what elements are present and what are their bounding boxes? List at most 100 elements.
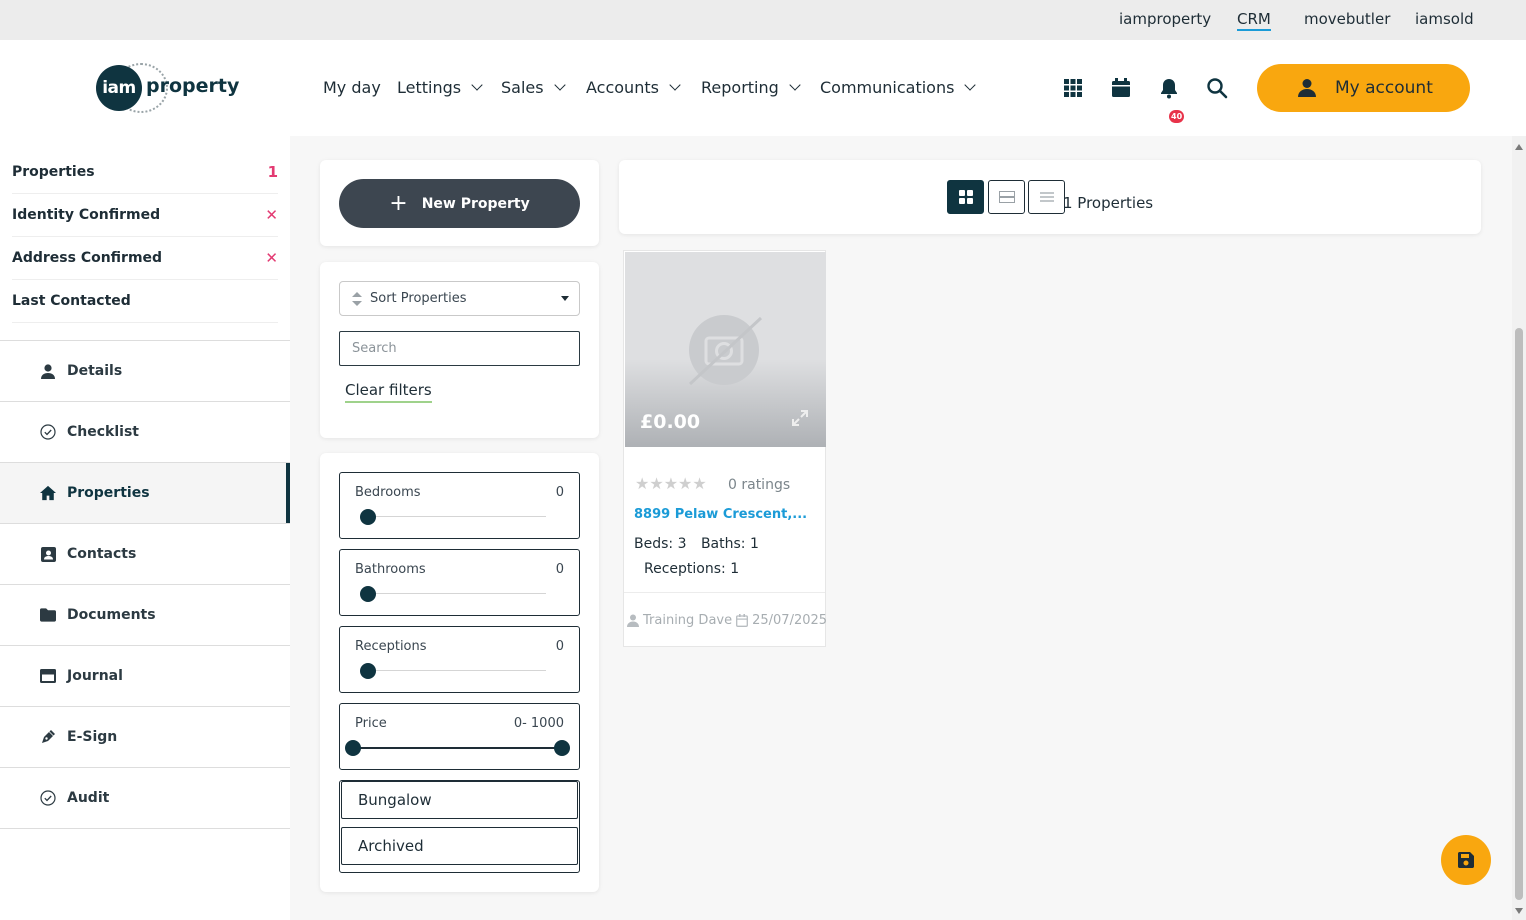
property-receptions: Receptions: 1 bbox=[644, 561, 740, 577]
pen-icon bbox=[40, 729, 56, 745]
tag-archived[interactable]: Archived bbox=[341, 827, 578, 865]
nav-item-reporting[interactable]: Reporting bbox=[701, 78, 801, 97]
new-property-button[interactable]: + New Property bbox=[339, 179, 580, 228]
price-max-slider-handle[interactable] bbox=[554, 740, 570, 756]
slider-track bbox=[368, 670, 546, 671]
tag-bungalow[interactable]: Bungalow bbox=[341, 781, 578, 819]
nav-item-lettings[interactable]: Lettings bbox=[397, 78, 483, 97]
logo-word: property bbox=[146, 75, 240, 97]
new-property-panel: + New Property bbox=[320, 160, 599, 246]
property-type-list: Bungalow Archived bbox=[339, 780, 580, 873]
filter-label: Receptions bbox=[355, 639, 427, 654]
stat-label: Identity Confirmed bbox=[12, 207, 161, 223]
topbar-link-iamproperty[interactable]: iamproperty bbox=[1119, 10, 1211, 28]
list-view-button[interactable] bbox=[1028, 180, 1065, 214]
stat-label: Last Contacted bbox=[12, 293, 131, 309]
card-list-view-icon bbox=[998, 191, 1015, 203]
sidebar-nav: Details Checklist Properties Contacts Do… bbox=[0, 340, 290, 829]
scroll-up-arrow-icon[interactable] bbox=[1515, 144, 1523, 150]
main-header: iam property My day Lettings Sales Accou… bbox=[0, 40, 1526, 136]
sidebar-item-e-sign[interactable]: E-Sign bbox=[0, 707, 290, 768]
sidebar-item-checklist[interactable]: Checklist bbox=[0, 402, 290, 463]
sidebar-item-properties[interactable]: Properties bbox=[0, 463, 290, 524]
chevron-down-icon bbox=[471, 79, 483, 91]
sidebar-item-label: Journal bbox=[67, 668, 123, 684]
stat-identity-confirmed: Identity Confirmed ✕ bbox=[12, 194, 278, 237]
stat-last-contacted: Last Contacted bbox=[12, 280, 278, 323]
receptions-slider-handle[interactable] bbox=[360, 663, 376, 679]
property-image-placeholder[interactable]: £0.00 bbox=[625, 252, 826, 447]
sidebar-item-documents[interactable]: Documents bbox=[0, 585, 290, 646]
apps-grid-icon[interactable] bbox=[1062, 77, 1084, 99]
topbar-link-iamsold[interactable]: iamsold bbox=[1415, 10, 1474, 28]
sidebar-item-label: Checklist bbox=[67, 424, 139, 440]
plus-icon: + bbox=[389, 190, 408, 216]
sort-icon bbox=[352, 291, 362, 306]
sidebar-item-label: Details bbox=[67, 363, 123, 379]
scroll-down-arrow-icon[interactable] bbox=[1515, 908, 1523, 914]
sidebar-item-contacts[interactable]: Contacts bbox=[0, 524, 290, 585]
bathrooms-slider-handle[interactable] bbox=[360, 586, 376, 602]
save-icon bbox=[1458, 852, 1474, 868]
sidebar-item-label: Properties bbox=[67, 485, 150, 501]
sidebar-item-journal[interactable]: Journal bbox=[0, 646, 290, 707]
my-account-button[interactable]: My account bbox=[1257, 64, 1470, 112]
filter-label: Bathrooms bbox=[355, 562, 426, 577]
folder-icon bbox=[40, 607, 56, 623]
new-property-label: New Property bbox=[421, 195, 530, 212]
topbar-link-crm[interactable]: CRM bbox=[1237, 10, 1271, 31]
sidebar-item-label: Documents bbox=[67, 607, 156, 623]
filter-value: 0 bbox=[555, 639, 564, 654]
card-list-view-button[interactable] bbox=[988, 180, 1025, 214]
nav-item-my-day[interactable]: My day bbox=[323, 78, 381, 97]
sidebar-item-audit[interactable]: Audit bbox=[0, 768, 290, 829]
ratings-count: 0 ratings bbox=[728, 477, 791, 493]
nav-item-sales[interactable]: Sales bbox=[501, 78, 566, 97]
view-toggle-bar: 1 Properties bbox=[619, 160, 1481, 234]
nav-label: My day bbox=[323, 78, 381, 97]
save-button[interactable] bbox=[1441, 835, 1491, 885]
nav-label: Reporting bbox=[701, 78, 779, 97]
page-scrollbar[interactable] bbox=[1512, 136, 1526, 920]
nav-label: Lettings bbox=[397, 78, 462, 97]
notification-count-badge: 40 bbox=[1169, 110, 1185, 123]
iamproperty-logo[interactable]: iam property bbox=[96, 63, 240, 113]
property-card[interactable]: £0.00 ★★★★★ 0 ratings 8899 Pelaw Crescen… bbox=[623, 250, 827, 647]
cross-icon: ✕ bbox=[265, 249, 278, 267]
slider-track bbox=[368, 516, 546, 517]
journal-icon bbox=[40, 668, 56, 684]
user-icon bbox=[40, 363, 56, 379]
nav-label: Sales bbox=[501, 78, 544, 97]
filter-value: 0 bbox=[555, 485, 564, 500]
cross-icon: ✕ bbox=[265, 206, 278, 224]
scrollbar-thumb[interactable] bbox=[1515, 328, 1523, 900]
sort-properties-select[interactable]: Sort Properties bbox=[339, 281, 580, 316]
slider-track bbox=[353, 747, 562, 749]
grid-view-icon bbox=[958, 190, 973, 204]
home-icon bbox=[40, 485, 56, 501]
star-rating-icon[interactable]: ★★★★★ bbox=[635, 474, 707, 493]
bedrooms-slider-handle[interactable] bbox=[360, 509, 376, 525]
contact-card-icon bbox=[40, 546, 56, 562]
property-baths: Baths: 1 bbox=[700, 536, 759, 552]
bell-icon[interactable] bbox=[1158, 77, 1180, 99]
calendar-icon[interactable] bbox=[1110, 77, 1132, 99]
sort-search-panel: Sort Properties Clear filters bbox=[320, 262, 599, 438]
no-photo-icon bbox=[688, 315, 763, 386]
price-min-slider-handle[interactable] bbox=[345, 740, 361, 756]
topbar-link-movebutler[interactable]: movebutler bbox=[1304, 10, 1390, 28]
nav-item-accounts[interactable]: Accounts bbox=[586, 78, 681, 97]
clear-filters-link[interactable]: Clear filters bbox=[345, 381, 432, 403]
search-icon[interactable] bbox=[1206, 77, 1228, 99]
grid-view-button[interactable] bbox=[947, 180, 984, 214]
nav-label: Accounts bbox=[586, 78, 659, 97]
property-address-link[interactable]: 8899 Pelaw Crescent,... bbox=[634, 507, 807, 522]
search-input[interactable] bbox=[339, 331, 580, 366]
list-view-icon bbox=[1039, 192, 1054, 202]
calendar-icon bbox=[736, 614, 749, 627]
filter-label: Price bbox=[355, 716, 387, 731]
property-price: £0.00 bbox=[640, 411, 701, 433]
expand-icon[interactable] bbox=[791, 409, 809, 427]
nav-item-communications[interactable]: Communications bbox=[820, 78, 977, 97]
sidebar-item-details[interactable]: Details bbox=[0, 341, 290, 402]
